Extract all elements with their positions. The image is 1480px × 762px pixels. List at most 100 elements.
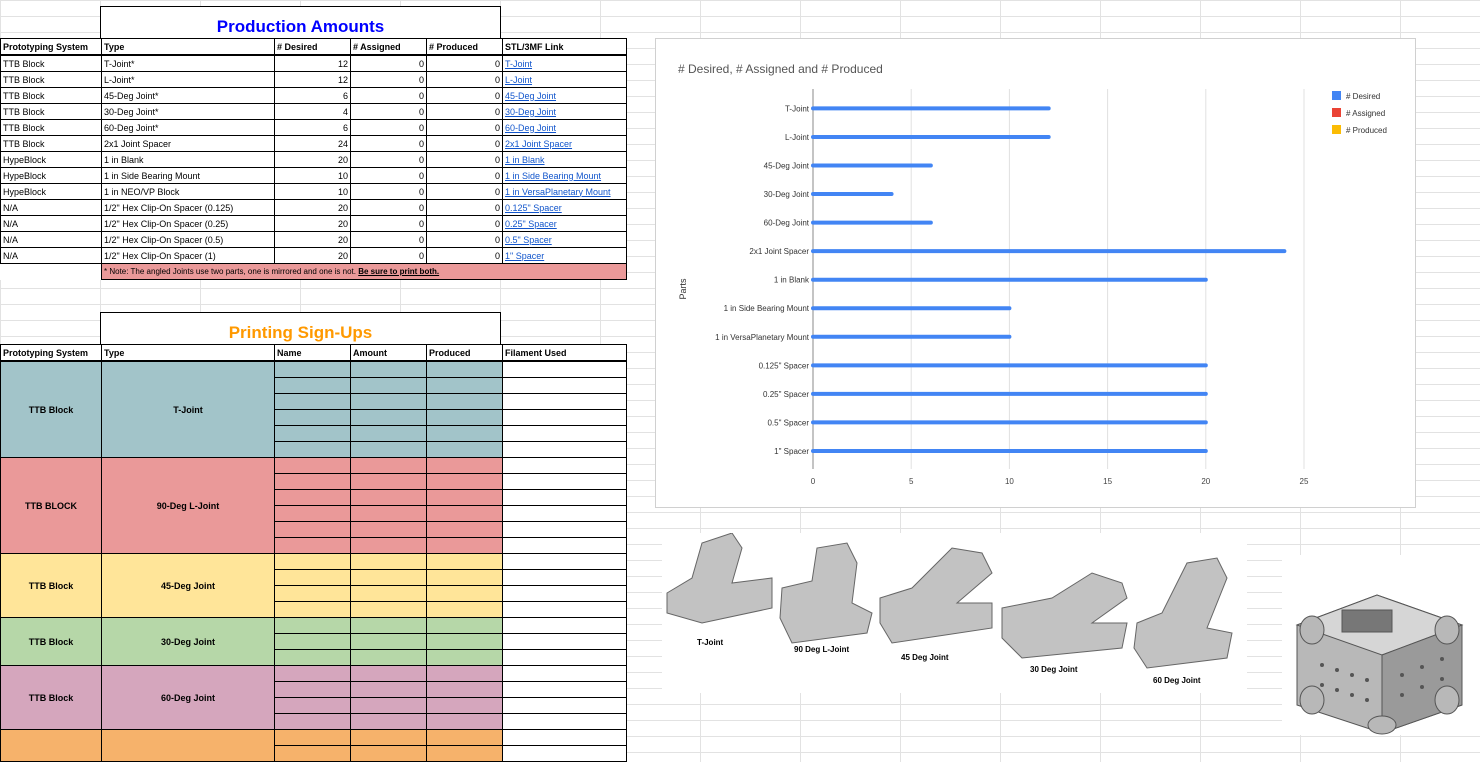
signup-amount-cell[interactable] (350, 537, 427, 554)
signup-amount-cell[interactable] (350, 393, 427, 410)
stl-link[interactable]: 45-Deg Joint (505, 91, 556, 101)
desired-cell[interactable]: 10 (274, 183, 351, 200)
signup-amount-cell[interactable] (350, 601, 427, 618)
signup-produced-cell[interactable] (426, 537, 503, 554)
header-cell[interactable]: Amount (350, 344, 427, 362)
header-cell[interactable]: Prototyping System (0, 38, 102, 56)
type-cell[interactable]: 1 in Blank (101, 151, 275, 168)
produced-cell[interactable]: 0 (426, 167, 503, 184)
signup-amount-cell[interactable] (350, 553, 427, 570)
produced-cell[interactable]: 0 (426, 103, 503, 120)
produced-cell[interactable]: 0 (426, 215, 503, 232)
type-cell[interactable]: 45-Deg Joint* (101, 87, 275, 104)
system-cell[interactable]: HypeBlock (0, 167, 102, 184)
signup-name-cell[interactable] (274, 393, 351, 410)
signup-filament-cell[interactable] (502, 409, 627, 426)
system-cell[interactable]: HypeBlock (0, 183, 102, 200)
link-cell[interactable]: 0.5" Spacer (502, 231, 627, 248)
signup-produced-cell[interactable] (426, 601, 503, 618)
assigned-cell[interactable]: 0 (350, 71, 427, 88)
signup-filament-cell[interactable] (502, 521, 627, 538)
signup-type-cell[interactable] (101, 729, 275, 762)
produced-cell[interactable]: 0 (426, 119, 503, 136)
signup-name-cell[interactable] (274, 713, 351, 730)
assigned-cell[interactable]: 0 (350, 151, 427, 168)
produced-cell[interactable]: 0 (426, 87, 503, 104)
stl-link[interactable]: 60-Deg Joint (505, 123, 556, 133)
desired-cell[interactable]: 20 (274, 247, 351, 264)
signup-type-cell[interactable]: 90-Deg L-Joint (101, 457, 275, 554)
stl-link[interactable]: 1 in Blank (505, 155, 545, 165)
signup-filament-cell[interactable] (502, 681, 627, 698)
assigned-cell[interactable]: 0 (350, 215, 427, 232)
link-cell[interactable]: L-Joint (502, 71, 627, 88)
signup-produced-cell[interactable] (426, 553, 503, 570)
desired-cell[interactable]: 10 (274, 167, 351, 184)
assigned-cell[interactable]: 0 (350, 183, 427, 200)
signup-filament-cell[interactable] (502, 457, 627, 474)
link-cell[interactable]: 1 in Side Bearing Mount (502, 167, 627, 184)
signup-amount-cell[interactable] (350, 617, 427, 634)
note-cell[interactable]: * Note: The angled Joints use two parts,… (101, 263, 627, 280)
signup-name-cell[interactable] (274, 649, 351, 666)
signup-produced-cell[interactable] (426, 649, 503, 666)
signup-name-cell[interactable] (274, 377, 351, 394)
type-cell[interactable]: 30-Deg Joint* (101, 103, 275, 120)
signup-type-cell[interactable]: 30-Deg Joint (101, 617, 275, 666)
produced-cell[interactable]: 0 (426, 71, 503, 88)
signup-filament-cell[interactable] (502, 377, 627, 394)
signup-produced-cell[interactable] (426, 633, 503, 650)
signup-name-cell[interactable] (274, 489, 351, 506)
signup-system-cell[interactable] (0, 729, 102, 762)
type-cell[interactable]: 1/2" Hex Clip-On Spacer (0.5) (101, 231, 275, 248)
signup-system-cell[interactable]: TTB Block (0, 617, 102, 666)
stl-link[interactable]: 0.25" Spacer (505, 219, 557, 229)
signup-name-cell[interactable] (274, 521, 351, 538)
link-cell[interactable]: 30-Deg Joint (502, 103, 627, 120)
header-cell[interactable]: Prototyping System (0, 344, 102, 362)
signup-name-cell[interactable] (274, 441, 351, 458)
signup-name-cell[interactable] (274, 553, 351, 570)
type-cell[interactable]: 2x1 Joint Spacer (101, 135, 275, 152)
header-cell[interactable]: # Assigned (350, 38, 427, 56)
signup-filament-cell[interactable] (502, 360, 627, 378)
signup-name-cell[interactable] (274, 697, 351, 714)
stl-link[interactable]: 30-Deg Joint (505, 107, 556, 117)
signup-amount-cell[interactable] (350, 729, 427, 746)
system-cell[interactable]: TTB Block (0, 54, 102, 72)
signup-produced-cell[interactable] (426, 441, 503, 458)
header-cell[interactable]: Produced (426, 344, 503, 362)
desired-cell[interactable]: 20 (274, 231, 351, 248)
type-cell[interactable]: 1/2" Hex Clip-On Spacer (0.125) (101, 199, 275, 216)
signup-filament-cell[interactable] (502, 649, 627, 666)
desired-cell[interactable]: 12 (274, 71, 351, 88)
signup-amount-cell[interactable] (350, 425, 427, 442)
system-cell[interactable]: N/A (0, 247, 102, 264)
header-cell[interactable]: Type (101, 38, 275, 56)
signup-produced-cell[interactable] (426, 473, 503, 490)
assigned-cell[interactable]: 0 (350, 199, 427, 216)
assigned-cell[interactable]: 0 (350, 103, 427, 120)
signup-filament-cell[interactable] (502, 537, 627, 554)
assigned-cell[interactable]: 0 (350, 135, 427, 152)
signup-filament-cell[interactable] (502, 585, 627, 602)
system-cell[interactable]: HypeBlock (0, 151, 102, 168)
link-cell[interactable]: 45-Deg Joint (502, 87, 627, 104)
header-cell[interactable]: STL/3MF Link (502, 38, 627, 56)
desired-cell[interactable]: 20 (274, 215, 351, 232)
signup-system-cell[interactable]: TTB Block (0, 553, 102, 618)
signup-produced-cell[interactable] (426, 409, 503, 426)
signup-amount-cell[interactable] (350, 649, 427, 666)
system-cell[interactable]: TTB Block (0, 71, 102, 88)
type-cell[interactable]: 60-Deg Joint* (101, 119, 275, 136)
signup-system-cell[interactable]: TTB BLOCK (0, 457, 102, 554)
signup-name-cell[interactable] (274, 681, 351, 698)
signup-produced-cell[interactable] (426, 697, 503, 714)
stl-link[interactable]: 2x1 Joint Spacer (505, 139, 572, 149)
signup-filament-cell[interactable] (502, 665, 627, 682)
type-cell[interactable]: T-Joint* (101, 54, 275, 72)
signup-amount-cell[interactable] (350, 745, 427, 762)
link-cell[interactable]: 1 in VersaPlanetary Mount (502, 183, 627, 200)
signup-amount-cell[interactable] (350, 489, 427, 506)
link-cell[interactable]: 0.125" Spacer (502, 199, 627, 216)
